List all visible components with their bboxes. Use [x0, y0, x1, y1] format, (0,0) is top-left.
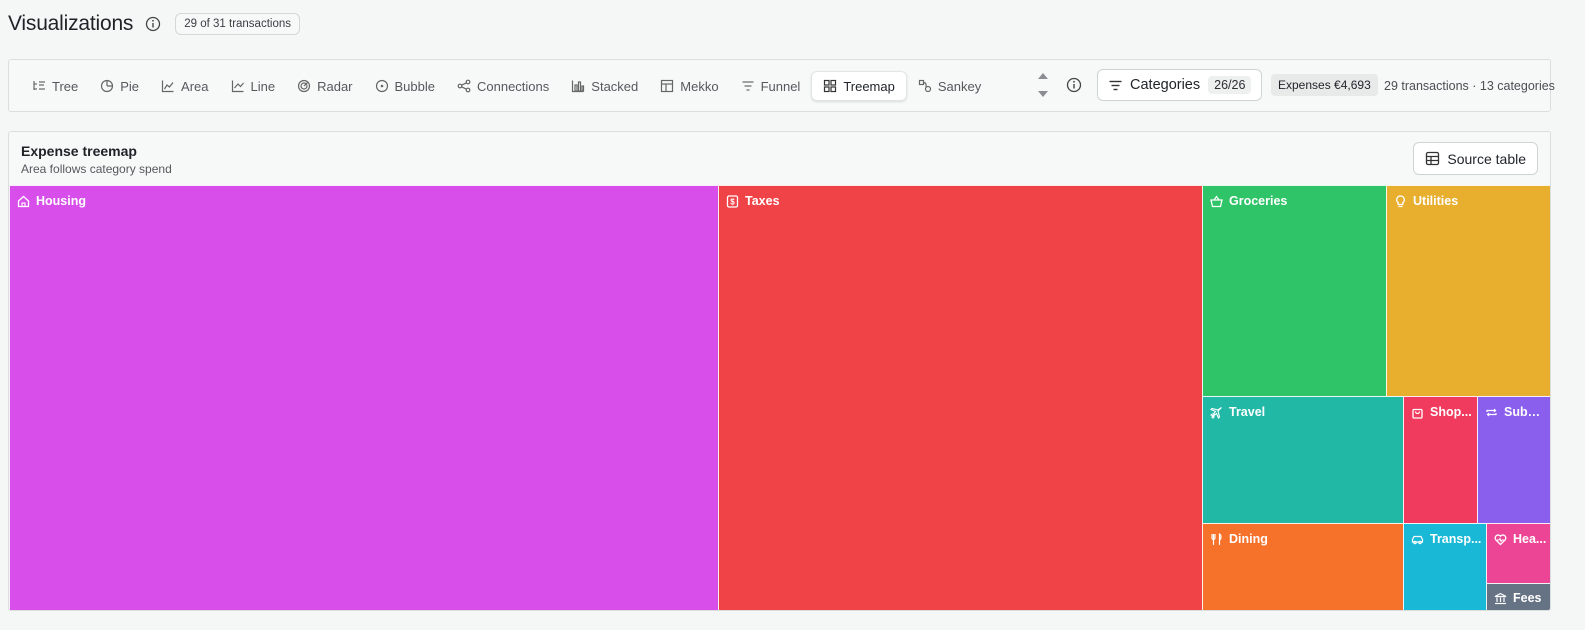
pie-icon	[101, 79, 114, 93]
treemap-icon	[824, 79, 837, 93]
line-icon	[231, 80, 244, 93]
summary-text: 29 transactions · 13 categories	[1384, 79, 1555, 93]
treemap-chart: Housing $ Taxes Groceries Utilities Trave…	[9, 185, 1550, 610]
categories-count-badge: 26/26	[1208, 76, 1252, 94]
treemap-cell-transport[interactable]: Transp...	[1403, 523, 1487, 610]
heart-icon	[1494, 533, 1507, 545]
treemap-cell-shopping[interactable]: Shop...	[1403, 396, 1478, 524]
treemap-cell-groceries[interactable]: Groceries	[1202, 185, 1387, 397]
funnel-icon	[742, 81, 754, 91]
tab-label: Treemap	[843, 78, 895, 94]
treemap-cell-label: Taxes	[745, 194, 780, 208]
dollar-icon: $	[726, 194, 739, 208]
treemap-cell-dining[interactable]: Dining	[1202, 523, 1404, 610]
treemap-cell-label: Fees	[1513, 591, 1542, 605]
treemap-cell-label: Utilities	[1413, 194, 1459, 208]
repeat-icon	[1486, 408, 1497, 416]
categories-label: Categories	[1130, 77, 1201, 93]
toolbar-info-icon[interactable]	[1066, 77, 1082, 93]
tab-radar[interactable]: Radar	[286, 71, 363, 101]
treemap-cell-subscriptions[interactable]: Subsc...	[1477, 396, 1550, 524]
tab-label: Area	[181, 78, 209, 94]
tab-bubble[interactable]: Bubble	[364, 71, 446, 101]
treemap-cell-taxes[interactable]: $ Taxes	[718, 185, 1203, 610]
transaction-count-badge: 29 of 31 transactions	[175, 13, 300, 35]
categories-filter-button[interactable]: Categories 26/26	[1097, 69, 1262, 101]
radar-icon	[297, 79, 311, 93]
treemap-cell-label: Shop...	[1430, 405, 1472, 419]
chevron-down-icon[interactable]	[1038, 91, 1048, 97]
tab-tree[interactable]: Tree	[21, 71, 89, 101]
bank-icon	[1494, 592, 1507, 604]
tab-label: Bubble	[394, 78, 435, 94]
lightbulb-icon	[1396, 194, 1405, 207]
tab-mekko[interactable]: Mekko	[649, 71, 729, 101]
info-icon[interactable]	[145, 16, 161, 32]
card-title: Expense treemap	[21, 143, 137, 159]
tab-area[interactable]: Area	[150, 71, 219, 101]
basket-icon	[1210, 194, 1223, 207]
home-icon	[17, 195, 30, 207]
sankey-icon	[918, 79, 931, 93]
treemap-cell-label: Groceries	[1229, 194, 1288, 208]
chevron-up-icon[interactable]	[1038, 73, 1048, 79]
treemap-cell-label: Housing	[36, 194, 86, 208]
tab-line[interactable]: Line	[220, 71, 287, 101]
visualization-toolbar: Tree Pie Area Line Radar Bubble Connecti…	[8, 59, 1555, 112]
treemap-cell-health[interactable]: Hea...	[1486, 523, 1550, 584]
tab-label: Connections	[477, 78, 550, 94]
visualization-tabs: Tree Pie Area Line Radar Bubble Connecti…	[21, 71, 992, 101]
tab-treemap[interactable]: Treemap	[811, 71, 907, 101]
tab-stacked[interactable]: Stacked	[560, 71, 649, 101]
tab-sankey[interactable]: Sankey	[907, 71, 992, 101]
treemap-cell-travel[interactable]: Travel	[1202, 396, 1404, 524]
page-title: Visualizations	[8, 12, 134, 35]
card-subtitle: Area follows category spend	[21, 162, 172, 176]
page-header: Visualizations 29 of 31 transactions	[8, 10, 300, 38]
treemap-cell-housing[interactable]: Housing	[9, 185, 719, 610]
car-icon	[1411, 535, 1424, 544]
source-table-label: Source table	[1447, 150, 1526, 167]
tab-label: Line	[250, 78, 276, 94]
treemap-cell-label: Transp...	[1430, 532, 1482, 546]
tab-label: Pie	[120, 78, 140, 94]
mekko-icon	[661, 79, 674, 93]
tree-icon	[33, 81, 45, 90]
svg-text:$: $	[730, 197, 735, 206]
source-table-button[interactable]: Source table	[1413, 142, 1538, 175]
tab-scroll-controls[interactable]	[1036, 70, 1050, 100]
treemap-card: Expense treemap Area follows category sp…	[8, 131, 1551, 611]
treemap-cell-utilities[interactable]: Utilities	[1386, 185, 1550, 397]
connections-icon	[457, 79, 471, 93]
table-icon	[1426, 151, 1440, 166]
treemap-cell-label: Subsc...	[1504, 405, 1547, 419]
tab-label: Mekko	[680, 78, 719, 94]
treemap-cell-label: Travel	[1229, 405, 1266, 419]
expenses-total-badge: Expenses €4,693	[1271, 74, 1378, 96]
area-icon	[161, 80, 174, 93]
tab-label: Stacked	[591, 78, 639, 94]
tab-label: Sankey	[937, 78, 982, 94]
tab-label: Radar	[317, 78, 353, 94]
tab-connections[interactable]: Connections	[446, 71, 560, 101]
filter-icon	[1109, 80, 1122, 90]
plane-icon	[1210, 406, 1222, 419]
treemap-cell-fees[interactable]: Fees	[1486, 583, 1550, 610]
treemap-cell-label: Hea...	[1513, 532, 1547, 546]
bag-icon	[1412, 408, 1423, 419]
treemap-cell-label: Dining	[1229, 532, 1268, 546]
stacked-icon	[572, 80, 585, 93]
utensils-icon	[1211, 532, 1222, 545]
bubble-icon	[375, 79, 388, 93]
tab-funnel[interactable]: Funnel	[730, 71, 812, 101]
tab-label: Tree	[52, 78, 79, 94]
tab-pie[interactable]: Pie	[89, 71, 150, 101]
tab-label: Funnel	[760, 78, 801, 94]
